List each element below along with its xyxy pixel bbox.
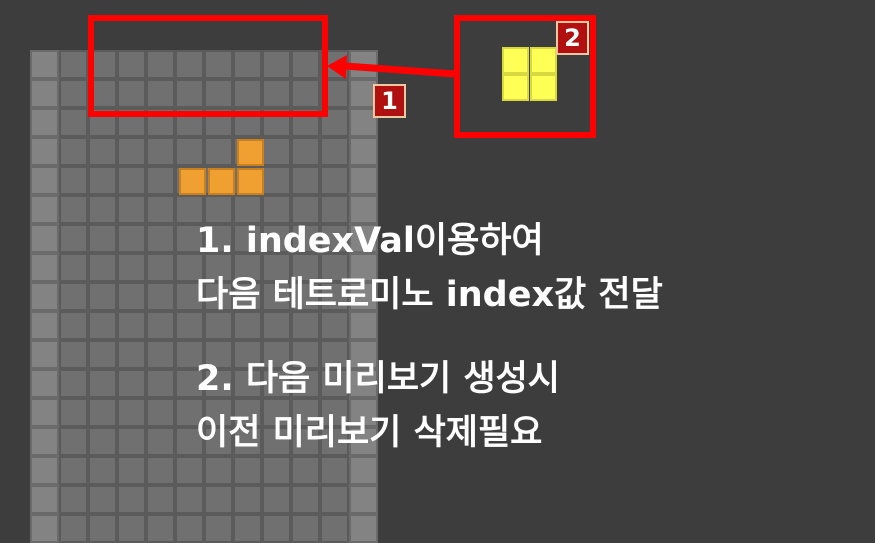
board-cell bbox=[233, 514, 262, 543]
board-cell bbox=[146, 514, 175, 543]
board-cell bbox=[30, 514, 59, 543]
board-cell bbox=[88, 514, 117, 543]
board-cell bbox=[117, 514, 146, 543]
board-cell bbox=[59, 514, 88, 543]
note-1-line-2: 다음 테트로미노 index값 전달 bbox=[196, 275, 663, 315]
board-cell bbox=[204, 514, 233, 543]
next-tetromino-block bbox=[502, 47, 529, 74]
board-cell bbox=[262, 514, 291, 543]
step-badge-2: 2 bbox=[556, 21, 589, 55]
board-cell bbox=[320, 514, 349, 543]
note-1-line-1: 1. indexVal이용하여 bbox=[196, 221, 544, 261]
next-tetromino-block bbox=[502, 74, 529, 101]
step-badge-1: 1 bbox=[373, 84, 406, 118]
board-cell bbox=[175, 514, 204, 543]
next-tetromino-block bbox=[530, 74, 557, 101]
next-tetromino-block bbox=[530, 47, 557, 74]
board-cell bbox=[291, 514, 320, 543]
note-2-line-2: 이전 미리보기 삭제필요 bbox=[196, 413, 543, 453]
note-2-line-1: 2. 다음 미리보기 생성시 bbox=[196, 359, 561, 399]
board-cell bbox=[349, 514, 378, 543]
